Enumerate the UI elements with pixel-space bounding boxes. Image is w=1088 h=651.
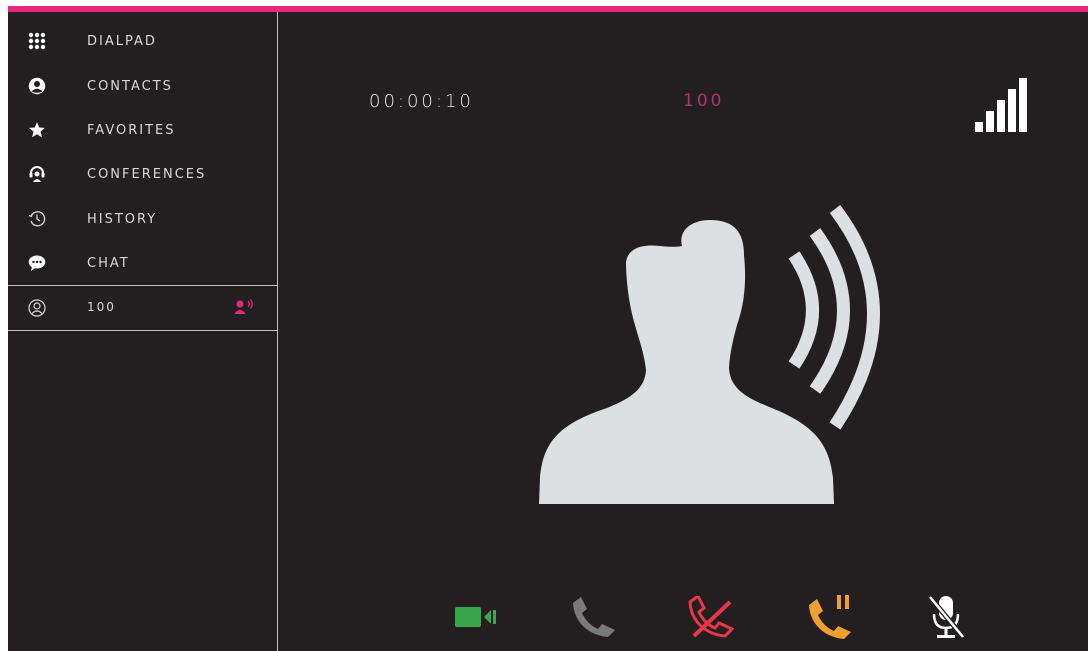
sidebar-item-label: CONTACTS [87, 78, 173, 94]
sidebar-item-history[interactable]: HISTORY [8, 197, 277, 241]
conference-icon [27, 164, 47, 184]
mic-muted-icon [926, 594, 966, 644]
signal-strength-icon [975, 78, 1027, 132]
sidebar-item-label: CONFERENCES [87, 166, 207, 182]
sidebar-item-label: FAVORITES [87, 122, 176, 138]
caller-avatar [532, 200, 902, 510]
contacts-icon [27, 76, 47, 96]
sidebar-item-active-call[interactable]: 100 [8, 285, 277, 331]
sidebar-item-label: CHAT [87, 255, 130, 271]
hold-button[interactable] [805, 595, 855, 643]
video-button[interactable] [451, 595, 501, 643]
sidebar: DIALPAD CONTACTS FAVORITES CONFERENCES H… [8, 12, 278, 651]
sidebar-item-label: DIALPAD [87, 33, 157, 49]
app-window: DIALPAD CONTACTS FAVORITES CONFERENCES H… [8, 6, 1088, 651]
sidebar-item-favorites[interactable]: FAVORITES [8, 108, 277, 152]
history-icon [27, 209, 47, 229]
call-timer: 00:00:10 [369, 91, 474, 112]
phone-hold-icon [807, 595, 853, 643]
hangup-button[interactable] [686, 593, 736, 643]
sidebar-item-chat[interactable]: CHAT [8, 241, 277, 285]
chat-icon [27, 253, 47, 273]
sidebar-item-conferences[interactable]: CONFERENCES [8, 152, 277, 196]
sidebar-item-contacts[interactable]: CONTACTS [8, 64, 277, 108]
user-outline-icon [27, 298, 47, 318]
call-number: 100 [683, 91, 725, 111]
video-camera-icon [455, 605, 497, 633]
sidebar-item-dialpad[interactable]: DIALPAD [8, 19, 277, 63]
hangup-icon [688, 593, 735, 642]
dialpad-icon [27, 31, 47, 51]
star-icon [27, 120, 47, 140]
speaking-user-icon [233, 298, 255, 316]
sidebar-item-label: HISTORY [87, 211, 158, 227]
mute-button[interactable] [921, 595, 971, 643]
transfer-button[interactable] [568, 595, 618, 643]
call-screen: 00:00:10 100 [278, 12, 1088, 651]
active-call-number: 100 [87, 300, 116, 314]
phone-icon [571, 597, 615, 641]
